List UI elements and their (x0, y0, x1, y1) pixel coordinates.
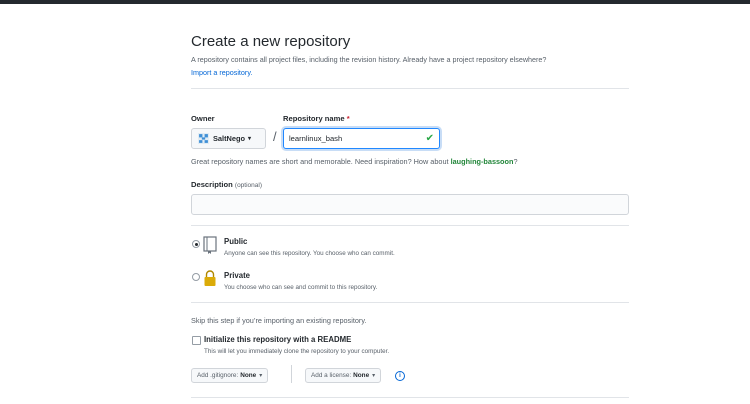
name-hint-text: Great repository names are short and mem… (191, 157, 449, 166)
page-title: Create a new repository (191, 33, 351, 50)
page-subtitle: A repository contains all project files,… (191, 55, 547, 64)
repo-name-value: learnlinux_bash (289, 134, 343, 143)
private-description: You choose who can see and commit to thi… (224, 284, 378, 291)
chevron-down-icon: ▾ (372, 373, 376, 379)
owner-label: Owner (191, 114, 215, 123)
skip-step-note: Skip this step if you’re importing an ex… (191, 316, 367, 325)
description-label: Description (optional) (191, 180, 262, 189)
gitignore-prefix: Add .gitignore: (197, 372, 239, 379)
private-title: Private (224, 271, 251, 280)
license-prefix: Add a license: (311, 372, 352, 379)
private-radio[interactable] (192, 273, 200, 281)
chevron-down-icon: ▾ (259, 373, 263, 379)
name-suggestion[interactable]: laughing-bassoon (451, 157, 514, 166)
description-input[interactable] (191, 194, 629, 215)
dropdown-separator (291, 365, 292, 383)
repo-name-label-text: Repository name (283, 114, 345, 123)
readme-description: This will let you immediately clone the … (204, 348, 390, 355)
readme-label[interactable]: Initialize this repository with a README (204, 335, 351, 344)
name-hint-end: ? (513, 157, 518, 166)
public-description: Anyone can see this repository. You choo… (224, 250, 395, 257)
repo-name-label: Repository name * (283, 114, 350, 123)
import-repository-link[interactable]: Import a repository. (191, 68, 252, 77)
owner-avatar-icon (198, 133, 209, 144)
license-dropdown[interactable]: Add a license: None ▾ (305, 368, 382, 383)
check-icon: ✔ (425, 133, 434, 144)
info-icon[interactable]: i (395, 371, 405, 381)
owner-name: SaltNego (213, 134, 246, 143)
top-nav-bar (0, 0, 750, 4)
optional-tag: (optional) (234, 182, 263, 189)
name-hint: Great repository names are short and mem… (191, 157, 518, 166)
divider (191, 225, 629, 226)
divider (191, 302, 629, 303)
chevron-down-icon: ▾ (248, 136, 252, 142)
gitignore-dropdown[interactable]: Add .gitignore: None ▾ (191, 368, 269, 383)
lock-icon (204, 270, 216, 286)
public-title: Public (224, 237, 248, 246)
repo-book-icon (203, 236, 217, 254)
public-radio[interactable] (192, 240, 200, 248)
readme-checkbox[interactable] (192, 336, 201, 345)
owner-repo-separator: / (273, 129, 277, 144)
divider (191, 88, 629, 89)
description-label-text: Description (191, 180, 233, 189)
required-mark: * (346, 114, 350, 123)
gitignore-value: None (240, 372, 257, 379)
divider (191, 397, 629, 398)
owner-select[interactable]: SaltNego ▾ (191, 128, 266, 149)
repo-name-input[interactable]: learnlinux_bash ✔ (283, 128, 440, 149)
license-value: None (353, 372, 370, 379)
